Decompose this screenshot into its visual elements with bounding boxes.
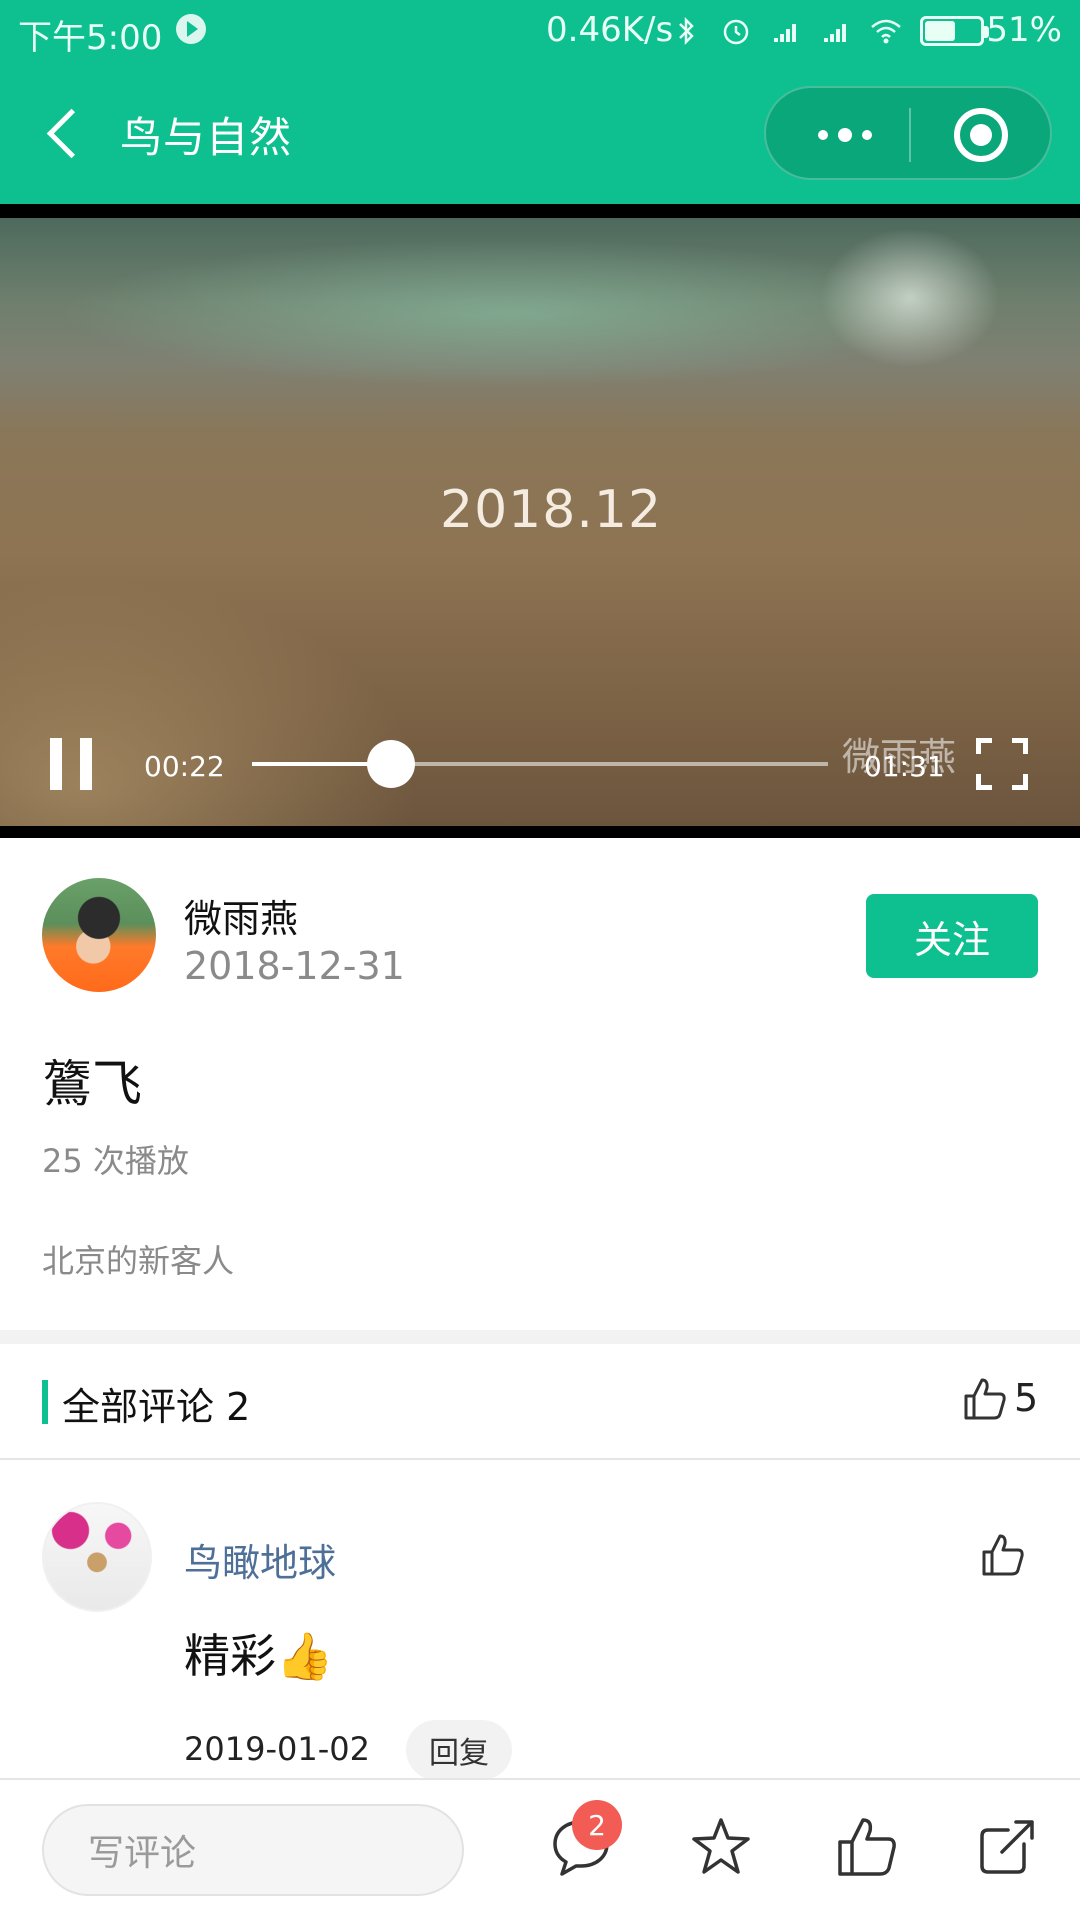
duration: 01:31 — [864, 750, 945, 783]
commenter-avatar[interactable] — [42, 1502, 152, 1612]
signal-icon — [774, 24, 796, 42]
commenter-name[interactable]: 鸟瞰地球 — [184, 1532, 336, 1587]
miniprogram-capsule — [764, 86, 1052, 180]
bottom-action-bar: 写评论 — [0, 1778, 1080, 1920]
video-description: 北京的新客人 — [42, 1242, 235, 1280]
comment-count-badge: 2 — [572, 1800, 622, 1850]
nav-bar: 鸟与自然 — [0, 62, 1080, 204]
more-icon[interactable] — [800, 108, 890, 162]
video-player[interactable]: 2018.12 微雨燕 00:22 01:31 — [0, 204, 1080, 838]
comments-title: 全部评论 2 — [62, 1385, 251, 1429]
signal-icon — [824, 24, 846, 42]
comment-date: 2019-01-02 — [184, 1730, 370, 1768]
network-speed: 0.46K/s — [546, 10, 674, 50]
page-title: 鸟与自然 — [120, 113, 293, 162]
comment-text: 精彩👍 — [184, 1629, 334, 1683]
fullscreen-icon[interactable] — [976, 738, 1028, 790]
reply-button[interactable]: 回复 — [406, 1720, 512, 1780]
comment-input[interactable]: 写评论 — [42, 1804, 464, 1896]
thumbs-up-icon[interactable] — [962, 1376, 1008, 1422]
close-miniprogram-icon[interactable] — [954, 108, 1008, 162]
star-icon[interactable] — [688, 1814, 754, 1880]
section-accent-bar — [42, 1380, 48, 1424]
section-divider — [0, 1330, 1080, 1344]
post-date: 2018-12-31 — [184, 944, 405, 988]
follow-button[interactable]: 关注 — [866, 894, 1038, 978]
battery-icon — [920, 16, 989, 46]
back-icon[interactable] — [42, 106, 86, 162]
status-bar: 下午5:00 0.46K/s 51% — [0, 0, 1080, 62]
capsule-divider — [909, 108, 911, 162]
comment-item: 鸟瞰地球 精彩👍 2019-01-02 回复 — [0, 1460, 1080, 1780]
battery-percent: 51% — [986, 10, 1062, 50]
wifi-icon — [871, 19, 901, 44]
current-time: 00:22 — [144, 750, 225, 783]
thumbs-up-icon[interactable] — [834, 1814, 900, 1880]
progress-bar[interactable] — [252, 740, 828, 788]
video-overlay-text: 2018.12 — [440, 480, 663, 540]
play-count: 25 次播放 — [42, 1142, 189, 1180]
comments-header: 全部评论 2 5 — [0, 1344, 1080, 1460]
video-title: 鷟飞 — [42, 1055, 142, 1113]
author-avatar[interactable] — [42, 878, 156, 992]
pause-icon[interactable] — [50, 738, 94, 790]
thumbs-up-icon[interactable] — [980, 1532, 1026, 1578]
play-store-icon — [176, 14, 206, 44]
like-count: 5 — [1014, 1376, 1039, 1420]
status-time: 下午5:00 — [18, 18, 163, 58]
author-name[interactable]: 微雨燕 — [184, 888, 298, 943]
bluetooth-icon — [679, 16, 694, 46]
share-icon[interactable] — [974, 1814, 1040, 1880]
video-frame[interactable]: 2018.12 微雨燕 — [0, 218, 1080, 826]
alarm-icon — [723, 19, 749, 45]
status-icons — [670, 10, 989, 52]
